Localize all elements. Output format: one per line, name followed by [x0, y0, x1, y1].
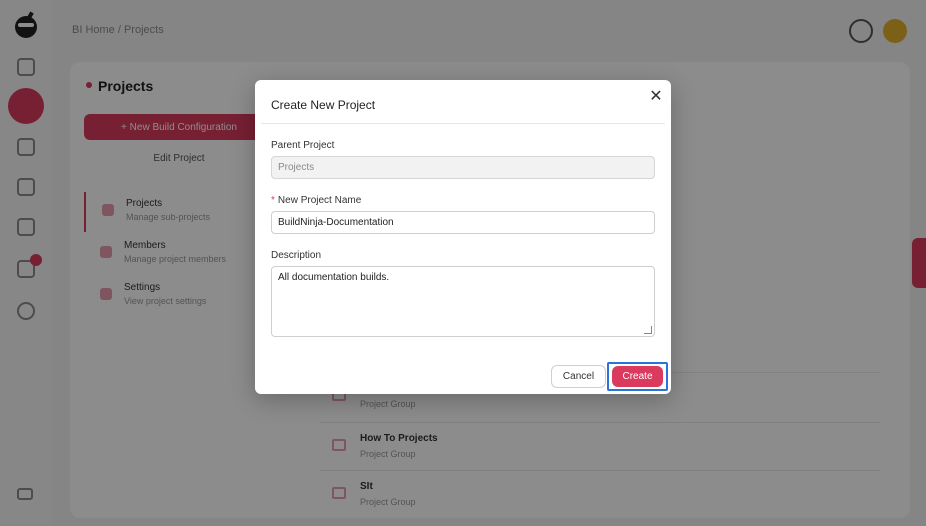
new-project-name-input[interactable]: BuildNinja-Documentation	[271, 211, 655, 234]
description-textarea[interactable]: All documentation builds.	[271, 266, 655, 337]
create-project-dialog: Create New Project ✕ Parent Project Proj…	[255, 80, 671, 394]
close-icon[interactable]: ✕	[647, 88, 665, 106]
resize-handle-icon[interactable]	[644, 326, 652, 334]
create-button-focus-ring: Create	[607, 362, 668, 391]
cancel-button[interactable]: Cancel	[551, 365, 606, 388]
create-button[interactable]: Create	[612, 366, 663, 387]
description-text: All documentation builds.	[278, 272, 390, 283]
label-text: New Project Name	[277, 195, 362, 206]
parent-project-label: Parent Project	[271, 140, 335, 151]
new-project-name-label: * New Project Name	[271, 195, 361, 206]
required-mark: *	[271, 195, 275, 206]
divider	[261, 123, 665, 124]
dialog-title: Create New Project	[271, 98, 376, 112]
parent-project-field: Projects	[271, 156, 655, 179]
description-label: Description	[271, 250, 322, 261]
